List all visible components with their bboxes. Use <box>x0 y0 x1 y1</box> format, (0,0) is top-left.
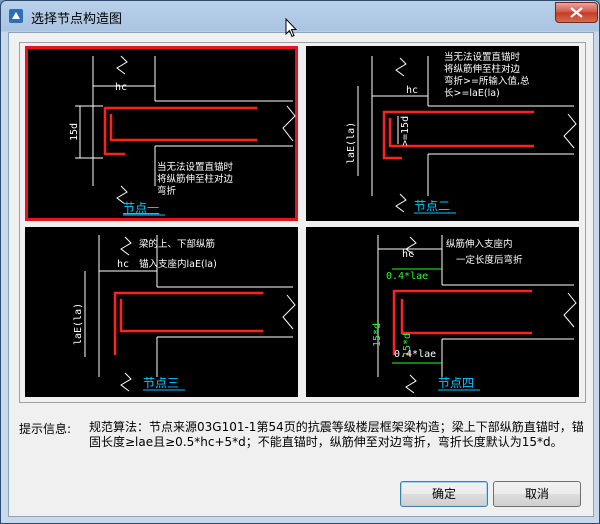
dim-lae: laE(la) <box>346 122 357 164</box>
app-icon <box>9 9 23 23</box>
node-2-caption: 节点二 <box>414 199 450 213</box>
node-4-note-1: 纵筋伸入支座内 <box>446 238 513 250</box>
node-option-1[interactable]: hc 15d 当无法设置直锚时 将纵筋伸至柱对边 弯折 节点一 <box>25 46 298 221</box>
dim-hc: hc <box>406 85 418 96</box>
node-option-4[interactable]: hc 0.4*lae 15*d 15*d 0.4*lae 纵筋伸入支座内 一定长… <box>306 227 579 397</box>
dialog-body: hc 15d 当无法设置直锚时 将纵筋伸至柱对边 弯折 节点一 hc laE(l… <box>8 32 594 517</box>
node-1-caption: 节点一 <box>123 201 159 215</box>
node-option-2[interactable]: hc laE(la) >=15d 当无法设置直锚时 将纵筋伸至柱对边 弯折>=所… <box>306 46 579 221</box>
dim-lae: laE(la) <box>73 303 84 345</box>
mouse-cursor-icon <box>285 18 297 38</box>
ok-button[interactable]: 确定 <box>400 481 488 507</box>
node-2-note-4: 长>=laE(la) <box>444 87 500 99</box>
node-4-drawing: hc 0.4*lae 15*d 15*d 0.4*lae 纵筋伸入支座内 一定长… <box>372 235 577 394</box>
dialog-window: 选择节点构造图 hc 15d 当无法设置直锚时 将纵筋伸至柱对边 弯折 节点一 … <box>0 0 600 524</box>
cancel-button[interactable]: 取消 <box>493 481 581 507</box>
node-2-drawing: hc laE(la) >=15d 当无法设置直锚时 将纵筋伸至柱对边 弯折>=所… <box>346 51 577 214</box>
node-option-3[interactable]: hc laE(la) 梁的上、下部纵筋 锚入支座内laE(la) 节点三 <box>25 227 298 397</box>
dim-hc: hc <box>115 82 127 93</box>
dim-15d-outer: 15*d <box>372 323 383 347</box>
hint-text: 规范算法：节点来源03G101-1第54页的抗震等级楼层框架梁构造；梁上下部纵筋… <box>89 420 584 449</box>
node-1-note-2: 将纵筋伸至柱对边 <box>157 173 234 185</box>
node-3-note-1: 梁的上、下部纵筋 <box>139 238 215 250</box>
node-1-drawing: hc 15d 当无法设置直锚时 将纵筋伸至柱对边 弯折 节点一 <box>69 55 296 216</box>
node-1-note-3: 弯折 <box>157 185 177 197</box>
dim-15d: >=15d <box>400 116 411 146</box>
title-bar[interactable]: 选择节点构造图 <box>1 1 599 32</box>
node-3-note-2: 锚入支座内laE(la) <box>139 258 217 270</box>
node-2-note-3: 弯折>=所输入值,总 <box>444 75 530 87</box>
dim-15d: 15d <box>69 123 80 141</box>
window-title: 选择节点构造图 <box>31 12 123 27</box>
node-2-note-2: 将纵筋伸至柱对边 <box>444 63 521 75</box>
dim-0.4lae-bottom: 0.4*lae <box>394 349 436 360</box>
node-3-caption: 节点三 <box>143 376 179 390</box>
node-4-caption: 节点四 <box>438 376 474 390</box>
close-icon <box>570 7 583 18</box>
node-1-note-1: 当无法设置直锚时 <box>157 161 234 173</box>
dim-hc: hc <box>117 259 129 270</box>
hint-label: 提示信息: <box>19 422 72 436</box>
close-button[interactable] <box>555 2 598 23</box>
node-3-drawing: hc laE(la) 梁的上、下部纵筋 锚入支座内laE(la) 节点三 <box>73 235 296 392</box>
node-4-note-2: 一定长度后弯折 <box>456 254 523 266</box>
dim-0.4lae-top: 0.4*lae <box>386 271 428 282</box>
diagram-grid: hc 15d 当无法设置直锚时 将纵筋伸至柱对边 弯折 节点一 hc laE(l… <box>19 42 586 403</box>
node-2-note-1: 当无法设置直锚时 <box>444 51 521 63</box>
dim-hc: hc <box>402 249 414 260</box>
